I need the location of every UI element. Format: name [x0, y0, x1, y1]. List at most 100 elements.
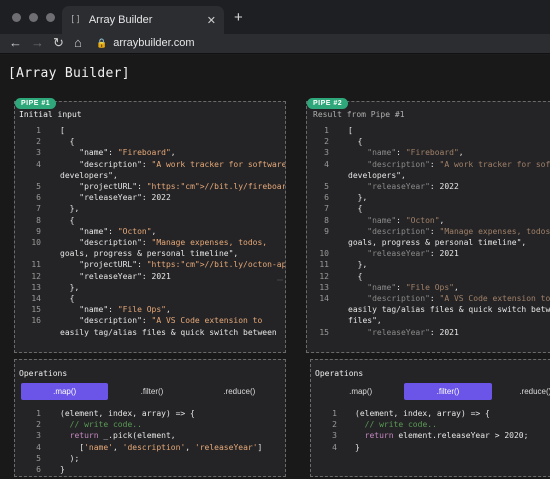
- line-number: 7: [324, 204, 329, 214]
- line-number: 2: [36, 137, 41, 147]
- line-number: 1: [36, 126, 41, 135]
- line-number: 14: [31, 294, 41, 303]
- code-line: {: [60, 215, 75, 225]
- ops1-tabs: .map() .filter() .reduce(): [21, 383, 283, 400]
- code-line: "description": "A work tracker for softw: [367, 159, 550, 169]
- code-line: [: [60, 126, 65, 135]
- code-line: (element, index, array) => {: [355, 409, 490, 418]
- line-number: 2: [332, 420, 337, 430]
- line-number: 15: [31, 305, 41, 315]
- ops2-label: Operations: [315, 369, 364, 378]
- maximize-window-button[interactable]: [46, 13, 55, 22]
- ops1-editor[interactable]: 1 (element, index, array) => {2 // write …: [15, 406, 285, 476]
- lock-icon: 🔒: [96, 37, 108, 48]
- line-number: 3: [36, 431, 41, 441]
- operation-tab-map[interactable]: .map(): [317, 383, 404, 400]
- pipe2-panel: PIPE #2 Result from Pipe #1 1 [2 {3 "name…: [306, 98, 550, 353]
- line-number: 6: [324, 193, 329, 203]
- close-tab-icon[interactable]: ✕: [207, 14, 216, 27]
- pipe1-badge: PIPE #1: [15, 98, 57, 109]
- line-number: 8: [36, 215, 41, 225]
- code-line: developers",: [60, 170, 118, 180]
- code-line: },: [60, 204, 80, 214]
- line-number: 16: [31, 316, 41, 326]
- line-number: 5: [36, 453, 41, 463]
- operation-tab-reduce[interactable]: .reduce(): [492, 383, 550, 400]
- tab-title: Array Builder: [88, 14, 153, 26]
- code-line: "releaseYear": 2021: [367, 249, 459, 259]
- address-bar-row: ← → ↻ ⌂ 🔒 arraybuilder.com: [0, 34, 550, 54]
- home-icon[interactable]: ⌂: [74, 35, 82, 50]
- line-number: 1: [324, 126, 329, 135]
- page-title: [Array Builder]: [8, 66, 130, 81]
- line-number: 2: [36, 420, 41, 430]
- line-number: 8: [324, 215, 329, 225]
- code-line: },: [348, 260, 368, 270]
- ops2-tabs: .map() .filter() .reduce(): [317, 383, 550, 400]
- back-arrow-icon[interactable]: ←: [9, 35, 22, 50]
- close-window-button[interactable]: [12, 13, 21, 22]
- line-number: 12: [31, 271, 41, 281]
- code-line: ['name', 'description', 'releaseYear']: [60, 442, 263, 452]
- line-number: 9: [324, 226, 329, 236]
- line-number: 14: [319, 294, 329, 303]
- operation-tab-reduce[interactable]: .reduce(): [196, 383, 283, 400]
- code-line: "projectURL": "https:"cm">//bit.ly/fireb…: [79, 182, 285, 191]
- url-field[interactable]: 🔒 arraybuilder.com: [96, 37, 195, 49]
- pipe1-editor[interactable]: 1 [2 {3 "name": "Fireboard", 4 "descriptio…: [15, 123, 285, 351]
- line-number: 4: [332, 442, 337, 452]
- code-line: return _.pick(element,: [69, 431, 176, 441]
- line-number: 11: [319, 260, 329, 270]
- favicon-icon: []: [70, 15, 81, 25]
- line-number: 1: [36, 409, 41, 418]
- code-line: "releaseYear": 2021: [79, 271, 171, 281]
- url-text: arraybuilder.com: [113, 37, 195, 49]
- code-line: }: [355, 442, 360, 452]
- browser-tab[interactable]: [] Array Builder ✕: [62, 6, 224, 34]
- code-line: goals, progress & personal timeline",: [60, 249, 239, 259]
- line-number: 4: [36, 159, 41, 169]
- ops1-label: Operations: [19, 369, 68, 378]
- pipe1-panel: PIPE #1 Initial input 1 [2 {3 "name": "Fi…: [14, 98, 286, 353]
- line-number: 12: [319, 271, 329, 281]
- operation-tab-map[interactable]: .map(): [21, 383, 109, 400]
- line-number: 1: [332, 409, 337, 418]
- code-line: {: [348, 271, 363, 281]
- code-line: "description": "Manage expenses, todos,: [367, 226, 550, 236]
- line-number: 10: [31, 238, 41, 247]
- code-line: easily tag/alias files & quick switch be…: [348, 305, 550, 315]
- code-line: developers",: [348, 170, 406, 180]
- line-number: 5: [36, 182, 41, 191]
- code-line: "projectURL": "https:"cm">//bit.ly/octon…: [79, 260, 285, 270]
- line-number: 4: [36, 442, 41, 452]
- pipe2-badge: PIPE #2: [307, 98, 349, 109]
- operation-tab-filter[interactable]: .filter(): [404, 383, 492, 400]
- code-line: {: [348, 204, 363, 214]
- line-number: 11: [31, 260, 41, 270]
- forward-arrow-icon[interactable]: →: [31, 35, 44, 50]
- code-line: "description": "A VS Code extension to: [79, 316, 263, 326]
- reload-icon[interactable]: ↻: [53, 35, 64, 51]
- line-number: 3: [332, 431, 337, 441]
- line-number: 13: [319, 282, 329, 292]
- code-line: },: [60, 282, 80, 292]
- ops2-editor[interactable]: 1 (element, index, array) => {2 // write …: [311, 406, 550, 476]
- line-number: 5: [324, 182, 329, 191]
- code-line: {: [60, 294, 75, 303]
- line-number: 3: [36, 148, 41, 158]
- line-number: 13: [31, 282, 41, 292]
- operation-tab-filter[interactable]: .filter(): [108, 383, 195, 400]
- line-number: 2: [324, 137, 329, 147]
- code-line: "name": "File Ops",: [367, 282, 459, 292]
- new-tab-icon[interactable]: +: [234, 9, 243, 26]
- window-controls[interactable]: [12, 13, 55, 22]
- pipe2-editor: 1 [2 {3 "name": "Fireboard", 4 "descriptio…: [307, 123, 550, 351]
- code-line: "name": "File Ops",: [79, 305, 171, 315]
- code-line: (element, index, array) => {: [60, 409, 195, 418]
- page-body: [Array Builder] PIPE #1 Initial input 1 […: [0, 55, 550, 479]
- resize-handle-icon[interactable]: ⋯: [277, 277, 283, 284]
- minimize-window-button[interactable]: [29, 13, 38, 22]
- line-number: 15: [319, 327, 329, 337]
- line-number: 3: [324, 148, 329, 158]
- code-line: goals, progress & personal timeline",: [348, 238, 527, 247]
